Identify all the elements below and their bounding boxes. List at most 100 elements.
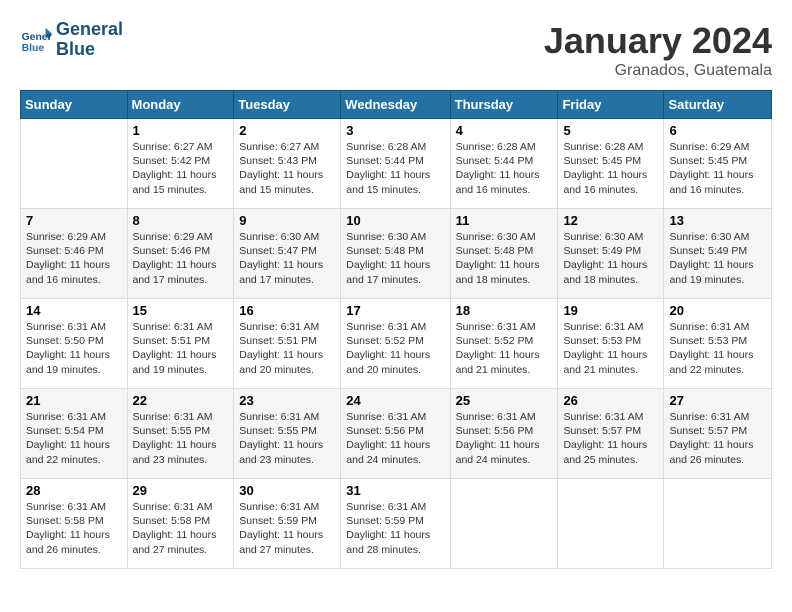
day-info: Sunrise: 6:30 AMSunset: 5:49 PMDaylight:… (669, 230, 766, 287)
calendar-cell: 5 Sunrise: 6:28 AMSunset: 5:45 PMDaylight… (558, 119, 664, 209)
column-header-wednesday: Wednesday (341, 91, 450, 119)
day-info: Sunrise: 6:31 AMSunset: 5:58 PMDaylight:… (133, 500, 229, 557)
day-info: Sunrise: 6:27 AMSunset: 5:42 PMDaylight:… (133, 140, 229, 197)
day-info: Sunrise: 6:31 AMSunset: 5:58 PMDaylight:… (26, 500, 122, 557)
day-number: 18 (456, 303, 553, 318)
day-info: Sunrise: 6:28 AMSunset: 5:45 PMDaylight:… (563, 140, 658, 197)
header: General Blue General Blue January 2024 G… (20, 20, 772, 80)
day-info: Sunrise: 6:28 AMSunset: 5:44 PMDaylight:… (346, 140, 444, 197)
calendar-cell: 21 Sunrise: 6:31 AMSunset: 5:54 PMDayligh… (21, 389, 128, 479)
calendar-cell: 4Sunrise: 6:28 AMSunset: 5:44 PMDaylight… (450, 119, 558, 209)
calendar-cell (450, 479, 558, 569)
column-header-tuesday: Tuesday (234, 91, 341, 119)
calendar-title: January 2024 (544, 20, 772, 62)
day-number: 22 (133, 393, 229, 408)
calendar-cell: 22 Sunrise: 6:31 AMSunset: 5:55 PMDayligh… (127, 389, 234, 479)
day-info: Sunrise: 6:31 AMSunset: 5:55 PMDaylight:… (133, 410, 229, 467)
calendar-cell: 15 Sunrise: 6:31 AMSunset: 5:51 PMDayligh… (127, 299, 234, 389)
day-number: 19 (563, 303, 658, 318)
day-number: 12 (563, 213, 658, 228)
day-info: Sunrise: 6:31 AMSunset: 5:50 PMDaylight:… (26, 320, 122, 377)
day-info: Sunrise: 6:30 AMSunset: 5:49 PMDaylight:… (563, 230, 658, 287)
day-info: Sunrise: 6:29 AMSunset: 5:46 PMDaylight:… (26, 230, 122, 287)
day-info: Sunrise: 6:29 AMSunset: 5:46 PMDaylight:… (133, 230, 229, 287)
day-number: 14 (26, 303, 122, 318)
calendar-cell: 17 Sunrise: 6:31 AMSunset: 5:52 PMDayligh… (341, 299, 450, 389)
day-info: Sunrise: 6:30 AMSunset: 5:47 PMDaylight:… (239, 230, 335, 287)
calendar-cell: 13Sunrise: 6:30 AMSunset: 5:49 PMDayligh… (664, 209, 772, 299)
day-number: 24 (346, 393, 444, 408)
calendar-cell: 11Sunrise: 6:30 AMSunset: 5:48 PMDayligh… (450, 209, 558, 299)
calendar-cell: 1 Sunrise: 6:27 AMSunset: 5:42 PMDaylight… (127, 119, 234, 209)
calendar-cell: 12 Sunrise: 6:30 AMSunset: 5:49 PMDayligh… (558, 209, 664, 299)
day-number: 5 (563, 123, 658, 138)
logo-icon: General Blue (20, 24, 52, 56)
day-number: 4 (456, 123, 553, 138)
calendar-cell: 16Sunrise: 6:31 AMSunset: 5:51 PMDayligh… (234, 299, 341, 389)
calendar-cell (664, 479, 772, 569)
calendar-cell: 24 Sunrise: 6:31 AMSunset: 5:56 PMDayligh… (341, 389, 450, 479)
day-info: Sunrise: 6:31 AMSunset: 5:56 PMDaylight:… (346, 410, 444, 467)
column-header-monday: Monday (127, 91, 234, 119)
calendar-table: SundayMondayTuesdayWednesdayThursdayFrid… (20, 90, 772, 569)
calendar-cell: 9 Sunrise: 6:30 AMSunset: 5:47 PMDaylight… (234, 209, 341, 299)
day-number: 6 (669, 123, 766, 138)
day-number: 17 (346, 303, 444, 318)
calendar-cell: 23Sunrise: 6:31 AMSunset: 5:55 PMDayligh… (234, 389, 341, 479)
day-number: 29 (133, 483, 229, 498)
day-number: 21 (26, 393, 122, 408)
day-number: 15 (133, 303, 229, 318)
calendar-cell: 8Sunrise: 6:29 AMSunset: 5:46 PMDaylight… (127, 209, 234, 299)
column-header-friday: Friday (558, 91, 664, 119)
day-info: Sunrise: 6:31 AMSunset: 5:51 PMDaylight:… (133, 320, 229, 377)
logo: General Blue General Blue (20, 20, 123, 60)
day-number: 2 (239, 123, 335, 138)
column-header-thursday: Thursday (450, 91, 558, 119)
day-info: Sunrise: 6:31 AMSunset: 5:59 PMDaylight:… (239, 500, 335, 557)
week-row-4: 21 Sunrise: 6:31 AMSunset: 5:54 PMDayligh… (21, 389, 772, 479)
day-number: 1 (133, 123, 229, 138)
column-header-saturday: Saturday (664, 91, 772, 119)
calendar-cell: 27Sunrise: 6:31 AMSunset: 5:57 PMDayligh… (664, 389, 772, 479)
calendar-cell: 28Sunrise: 6:31 AMSunset: 5:58 PMDayligh… (21, 479, 128, 569)
calendar-cell: 29 Sunrise: 6:31 AMSunset: 5:58 PMDayligh… (127, 479, 234, 569)
calendar-cell: 30 Sunrise: 6:31 AMSunset: 5:59 PMDayligh… (234, 479, 341, 569)
day-number: 31 (346, 483, 444, 498)
day-number: 25 (456, 393, 553, 408)
day-info: Sunrise: 6:31 AMSunset: 5:53 PMDaylight:… (563, 320, 658, 377)
calendar-body: 1 Sunrise: 6:27 AMSunset: 5:42 PMDaylight… (21, 119, 772, 569)
calendar-cell: 3 Sunrise: 6:28 AMSunset: 5:44 PMDaylight… (341, 119, 450, 209)
svg-text:Blue: Blue (22, 43, 45, 54)
calendar-cell: 2Sunrise: 6:27 AMSunset: 5:43 PMDaylight… (234, 119, 341, 209)
column-header-sunday: Sunday (21, 91, 128, 119)
day-info: Sunrise: 6:31 AMSunset: 5:54 PMDaylight:… (26, 410, 122, 467)
calendar-header-row: SundayMondayTuesdayWednesdayThursdayFrid… (21, 91, 772, 119)
day-info: Sunrise: 6:31 AMSunset: 5:52 PMDaylight:… (456, 320, 553, 377)
calendar-cell: 14 Sunrise: 6:31 AMSunset: 5:50 PMDayligh… (21, 299, 128, 389)
calendar-cell: 7Sunrise: 6:29 AMSunset: 5:46 PMDaylight… (21, 209, 128, 299)
week-row-2: 7Sunrise: 6:29 AMSunset: 5:46 PMDaylight… (21, 209, 772, 299)
day-info: Sunrise: 6:31 AMSunset: 5:57 PMDaylight:… (669, 410, 766, 467)
day-number: 3 (346, 123, 444, 138)
day-info: Sunrise: 6:31 AMSunset: 5:56 PMDaylight:… (456, 410, 553, 467)
day-number: 9 (239, 213, 335, 228)
day-number: 10 (346, 213, 444, 228)
calendar-cell: 20Sunrise: 6:31 AMSunset: 5:53 PMDayligh… (664, 299, 772, 389)
day-number: 26 (563, 393, 658, 408)
week-row-5: 28Sunrise: 6:31 AMSunset: 5:58 PMDayligh… (21, 479, 772, 569)
calendar-cell: 19 Sunrise: 6:31 AMSunset: 5:53 PMDayligh… (558, 299, 664, 389)
week-row-3: 14 Sunrise: 6:31 AMSunset: 5:50 PMDayligh… (21, 299, 772, 389)
calendar-cell: 18 Sunrise: 6:31 AMSunset: 5:52 PMDayligh… (450, 299, 558, 389)
day-number: 23 (239, 393, 335, 408)
calendar-cell: 26Sunrise: 6:31 AMSunset: 5:57 PMDayligh… (558, 389, 664, 479)
day-info: Sunrise: 6:29 AMSunset: 5:45 PMDaylight:… (669, 140, 766, 197)
calendar-cell: 25 Sunrise: 6:31 AMSunset: 5:56 PMDayligh… (450, 389, 558, 479)
day-info: Sunrise: 6:31 AMSunset: 5:52 PMDaylight:… (346, 320, 444, 377)
logo-text: General Blue (56, 20, 123, 60)
day-number: 11 (456, 213, 553, 228)
day-number: 20 (669, 303, 766, 318)
calendar-cell (558, 479, 664, 569)
week-row-1: 1 Sunrise: 6:27 AMSunset: 5:42 PMDaylight… (21, 119, 772, 209)
day-info: Sunrise: 6:31 AMSunset: 5:51 PMDaylight:… (239, 320, 335, 377)
day-number: 30 (239, 483, 335, 498)
